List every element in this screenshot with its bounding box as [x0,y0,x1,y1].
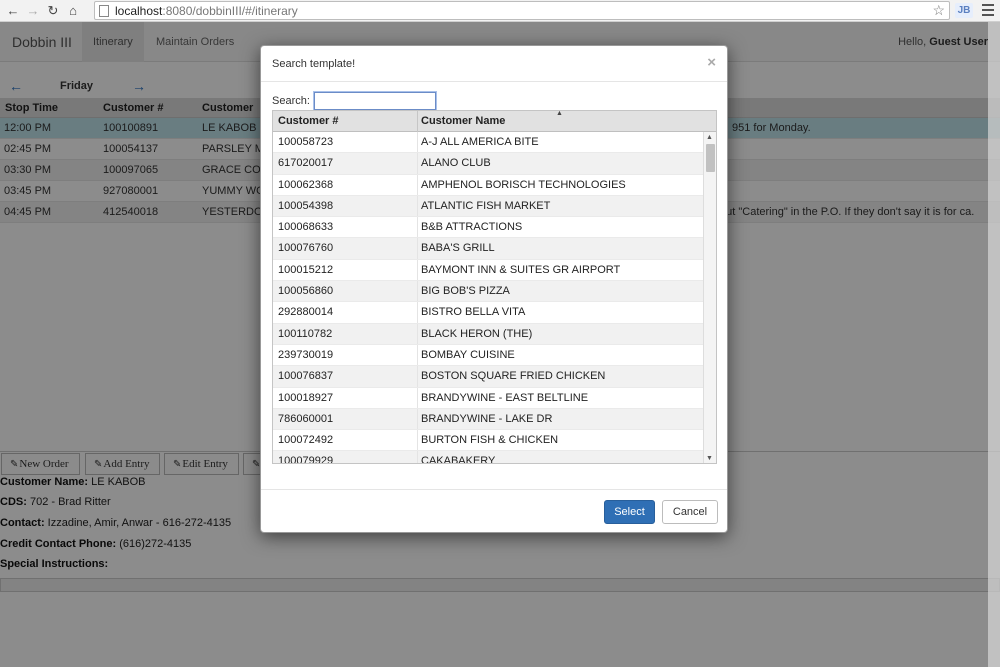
table-row[interactable]: 100062368 AMPHENOL BORISCH TECHNOLOGIES [273,174,703,196]
column-divider [417,174,418,195]
dialog-title: Search template! [272,58,356,70]
page-icon [99,4,109,17]
grid-header: Customer # Customer Name ▲ [273,111,716,132]
browser-menu-icon[interactable] [982,4,994,17]
customer-number-cell: 239730019 [278,348,334,361]
customer-name-cell: BLACK HERON (THE) [421,327,533,340]
reload-icon[interactable]: ↻ [46,2,60,20]
column-divider [417,387,418,408]
customer-number-cell: 100018927 [278,391,334,404]
scroll-down-icon[interactable]: ▼ [706,455,713,462]
customer-number-cell: 100054398 [278,199,334,212]
column-divider [417,217,418,238]
customer-name-cell: BOSTON SQUARE FRIED CHICKEN [421,370,606,383]
search-input[interactable] [313,91,437,111]
column-divider [417,451,418,463]
table-row[interactable]: 100110782 BLACK HERON (THE) [273,323,703,345]
back-icon[interactable]: ← [6,2,20,20]
customer-name-cell: BURTON FISH & CHICKEN [421,434,559,447]
customer-number-cell: 100056860 [278,285,334,298]
column-divider [417,281,418,302]
column-divider [417,153,418,174]
column-divider [417,366,418,387]
customer-name-cell: ALANO CLUB [421,157,491,170]
table-row[interactable]: 100076837 BOSTON SQUARE FRIED CHICKEN [273,366,703,388]
address-bar[interactable]: localhost:8080/dobbinIII/#/itinerary ☆ [94,1,950,20]
customer-number-cell: 100068633 [278,221,334,234]
column-divider [417,344,418,366]
column-divider [417,238,418,259]
column-divider [417,259,418,281]
customer-name-cell: B&B ATTRACTIONS [421,221,523,234]
scroll-up-icon[interactable]: ▲ [706,134,713,141]
customer-name-cell: AMPHENOL BORISCH TECHNOLOGIES [421,178,626,191]
customer-name-cell: BIG BOB'S PIZZA [421,285,510,298]
dialog-footer: Select Cancel [261,489,727,533]
search-label: Search: [272,95,310,107]
column-divider [417,195,418,217]
customer-name-cell: BRANDYWINE - EAST BELTLINE [421,391,589,404]
sort-ascending-icon: ▲ [556,110,563,117]
close-icon[interactable]: × [707,54,716,71]
extension-icon[interactable]: JB [955,3,973,18]
customer-number-cell: 100110782 [278,327,333,340]
scrollbar-thumb[interactable] [706,144,715,172]
page-scrollbar[interactable] [988,22,1000,667]
search-template-dialog: Search template! × Search: Customer # Cu… [260,45,728,533]
column-customer-no[interactable]: Customer # [278,115,339,127]
grid-body: 100058723 A-J ALL AMERICA BITE 617020017 AL… [273,132,703,464]
customer-number-cell: 100076760 [278,242,334,255]
table-row[interactable]: 100015212 BAYMONT INN & SUITES GR AIRPORT [273,259,703,282]
customer-number-cell: 100072492 [278,434,334,447]
cancel-button[interactable]: Cancel [662,500,718,524]
forward-icon[interactable]: → [26,2,40,20]
table-row[interactable]: 239730019 BOMBAY CUISINE [273,344,703,367]
column-divider [417,408,418,430]
column-customer-name[interactable]: Customer Name [421,115,505,127]
dialog-header: Search template! × [261,46,727,82]
customer-number-cell: 786060001 [278,412,334,425]
customer-number-cell: 100076837 [278,370,334,383]
customer-grid: Customer # Customer Name ▲ 100058723 A-J … [272,110,717,464]
select-button[interactable]: Select [604,500,655,524]
customer-number-cell: 100058723 [278,136,334,148]
url-path: :8080/dobbinIII/#/itinerary [162,3,298,18]
table-row[interactable]: 100072492 BURTON FISH & CHICKEN [273,430,703,452]
customer-number-cell: 617020017 [278,157,334,170]
column-divider [417,302,418,323]
table-row[interactable]: 100076760 BABA'S GRILL [273,238,703,260]
customer-name-cell: BOMBAY CUISINE [421,348,515,361]
customer-number-cell: 292880014 [278,306,334,319]
customer-number-cell: 100079929 [278,455,334,464]
customer-name-cell: A-J ALL AMERICA BITE [421,136,539,148]
customer-name-cell: BRANDYWINE - LAKE DR [421,412,553,425]
customer-name-cell: CAKABAKERY [421,455,496,464]
table-row[interactable]: 617020017 ALANO CLUB [273,153,703,175]
customer-number-cell: 100015212 [278,263,334,276]
table-row[interactable]: 100058723 A-J ALL AMERICA BITE [273,132,703,154]
table-row[interactable]: 100068633 B&B ATTRACTIONS [273,217,703,239]
column-divider [417,323,418,344]
column-divider [417,132,418,153]
customer-name-cell: BISTRO BELLA VITA [421,306,526,319]
column-divider [417,111,418,132]
table-row[interactable]: 100056860 BIG BOB'S PIZZA [273,281,703,303]
customer-name-cell: BABA'S GRILL [421,242,495,255]
bookmark-star-icon[interactable]: ☆ [932,2,945,19]
table-row[interactable]: 292880014 BISTRO BELLA VITA [273,302,703,324]
column-divider [417,430,418,451]
customer-name-cell: BAYMONT INN & SUITES GR AIRPORT [421,263,621,276]
table-row[interactable]: 100054398 ATLANTIC FISH MARKET [273,195,703,218]
table-row[interactable]: 786060001 BRANDYWINE - LAKE DR [273,408,703,431]
table-row[interactable]: 100018927 BRANDYWINE - EAST BELTLINE [273,387,703,409]
url-host: localhost [115,3,163,18]
table-row[interactable]: 100079929 CAKABAKERY [273,451,703,464]
customer-number-cell: 100062368 [278,178,334,191]
customer-name-cell: ATLANTIC FISH MARKET [421,199,551,212]
home-icon[interactable]: ⌂ [66,2,80,20]
grid-scrollbar[interactable]: ▲ ▼ [703,132,716,463]
